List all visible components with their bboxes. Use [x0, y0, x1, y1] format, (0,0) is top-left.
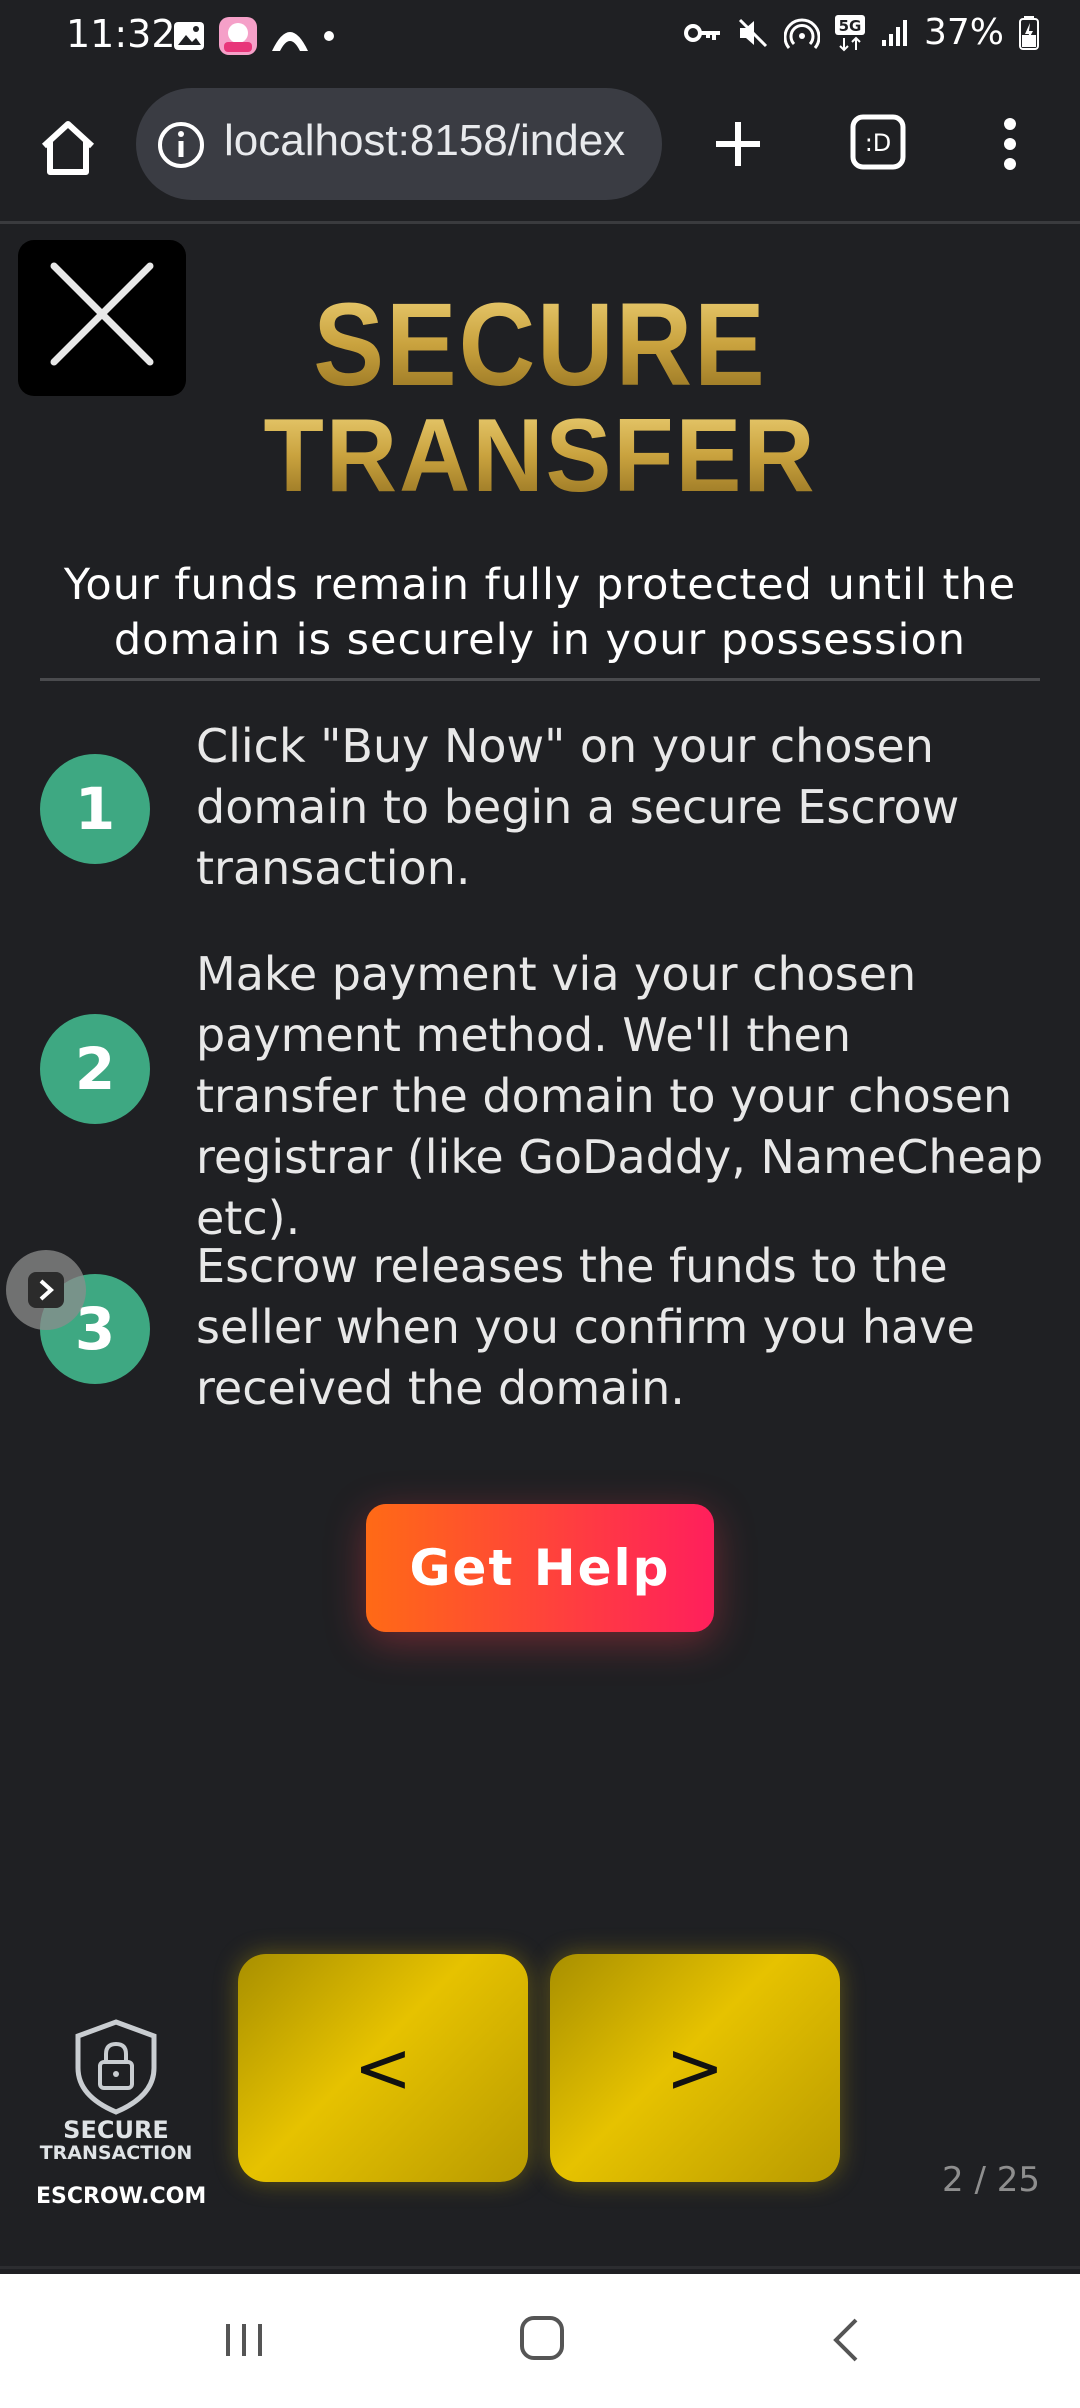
get-help-button[interactable]: Get Help [366, 1504, 714, 1632]
page-counter: 2 / 25 [942, 2160, 1040, 2200]
back-icon[interactable] [820, 2312, 876, 2368]
shield-lock-icon [75, 2019, 157, 2115]
signal-icon [880, 18, 910, 48]
recents-icon[interactable] [216, 2312, 272, 2368]
svg-text:5G: 5G [839, 17, 862, 35]
divider [40, 678, 1040, 681]
battery-icon [1018, 15, 1040, 51]
subtitle: Your funds remain fully protected until … [63, 560, 1017, 665]
system-icons: 5G 37% [683, 12, 1040, 53]
chevron-right-icon [28, 1272, 64, 1308]
browser-toolbar: localhost:8158/index :D [0, 72, 1080, 224]
address-bar[interactable]: localhost:8158/index [136, 88, 662, 200]
step-text-2: Make payment via your chosen payment met… [196, 947, 1044, 1245]
escrow-badge-line3: ESCROW.COM [36, 2184, 207, 2209]
info-icon[interactable] [156, 120, 206, 170]
step-text-1: Click "Buy Now" on your chosen domain to… [196, 719, 960, 895]
home-nav-icon[interactable] [514, 2310, 570, 2366]
home-icon[interactable] [32, 112, 104, 184]
step-number-1: 1 [40, 754, 150, 864]
tab-switcher-button[interactable]: :D [850, 114, 906, 170]
network-5g-icon: 5G [834, 14, 866, 52]
plus-icon[interactable] [706, 112, 770, 176]
title-line-2: TRANSFER [27, 398, 1053, 514]
lazada-app-icon [218, 16, 258, 56]
battery-percent: 37% [923, 12, 1004, 53]
next-button[interactable]: > [550, 1954, 840, 2182]
gallery-icon [172, 19, 206, 53]
escrow-badge-line1: SECURE [63, 2116, 169, 2144]
hotspot-icon [783, 16, 820, 50]
status-time: 11:32 [66, 12, 176, 56]
title-line-1: SECURE [54, 280, 1026, 410]
key-icon [683, 20, 722, 46]
url-text[interactable]: localhost:8158/index [224, 116, 625, 166]
system-nav-bar [0, 2274, 1080, 2408]
tabs-count-label: :D [865, 129, 892, 157]
mute-icon [736, 16, 770, 50]
side-panel-toggle[interactable] [6, 1250, 86, 1330]
notification-icons [172, 16, 336, 56]
dot-icon [322, 29, 336, 43]
bottom-divider [0, 2266, 1080, 2269]
step-number-2: 2 [40, 1014, 150, 1124]
status-bar: 11:32 5G 37% [0, 0, 1080, 72]
step-text-3: Escrow releases the funds to the seller … [196, 1239, 975, 1415]
mountain-app-icon [270, 19, 310, 53]
previous-button[interactable]: < [238, 1954, 528, 2182]
escrow-badge-line2: TRANSACTION [39, 2142, 193, 2164]
more-menu-icon[interactable] [990, 112, 1030, 176]
escrow-badge: SECURE TRANSACTION ESCROW.COM [36, 2016, 207, 2216]
